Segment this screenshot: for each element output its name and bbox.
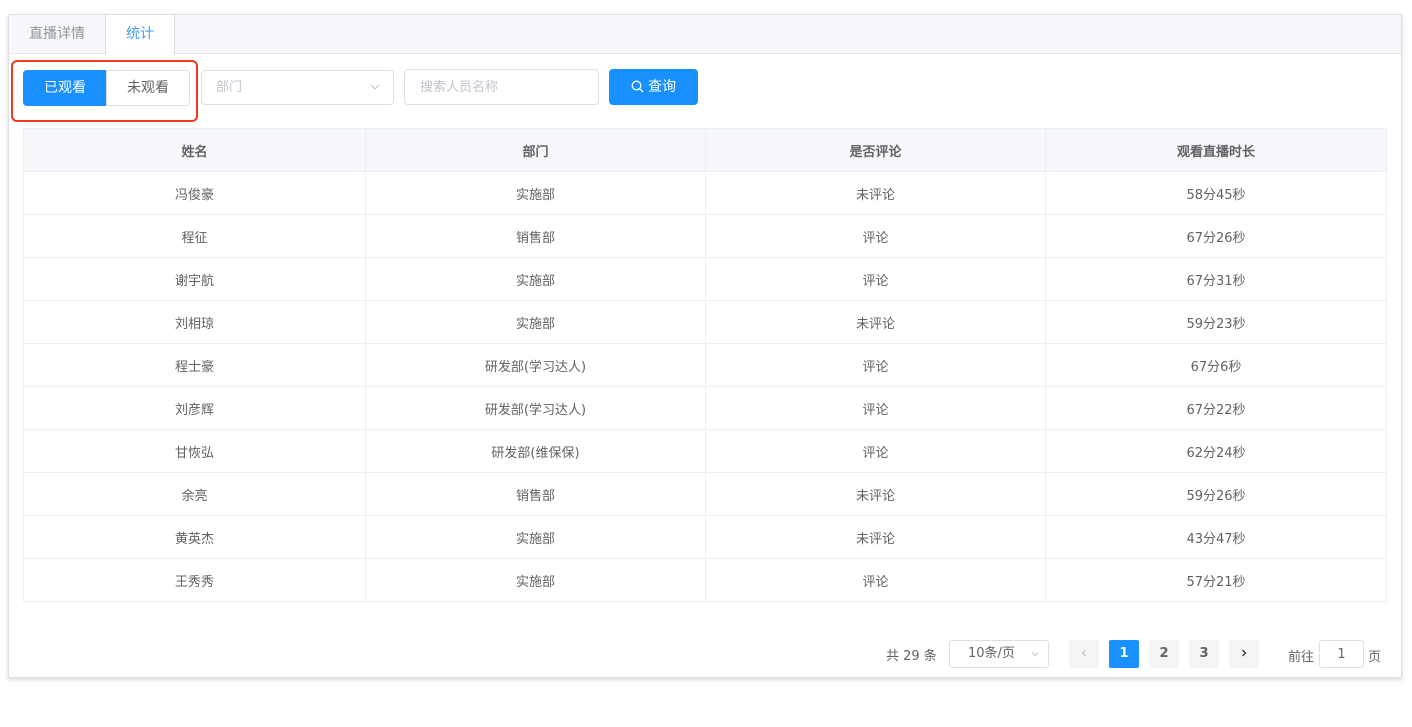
- table-row: 程士豪 研发部(学习达人) 评论 67分6秒: [23, 343, 1387, 387]
- cell-name: 刘相琼: [23, 300, 366, 344]
- cell-duration: 59分23秒: [1045, 300, 1387, 344]
- page-size-value: 10条/页: [968, 646, 1015, 661]
- cell-department: 实施部: [365, 171, 706, 215]
- next-page-button[interactable]: [1229, 640, 1259, 668]
- cell-duration: 67分31秒: [1045, 257, 1387, 301]
- cell-name: 程士豪: [23, 343, 366, 387]
- tab-bar: 直播详情 统计: [9, 15, 1401, 55]
- cell-commented: 评论: [705, 343, 1046, 387]
- department-select[interactable]: 部门: [201, 70, 394, 105]
- search-input[interactable]: [404, 69, 599, 105]
- table-row: 甘恢弘 研发部(维保保) 评论 62分24秒: [23, 429, 1387, 473]
- table-row: 刘相琼 实施部 未评论 59分23秒: [23, 300, 1387, 344]
- cell-commented: 未评论: [705, 472, 1046, 516]
- table-row: 刘彦辉 研发部(学习达人) 评论 67分22秒: [23, 386, 1387, 430]
- cell-name: 程征: [23, 214, 366, 258]
- prev-page-button[interactable]: [1069, 640, 1099, 668]
- chevron-right-icon: [1242, 649, 1247, 657]
- cell-name: 余亮: [23, 472, 366, 516]
- cell-commented: 评论: [705, 429, 1046, 473]
- cell-department: 实施部: [365, 257, 706, 301]
- cell-department: 研发部(维保保): [365, 429, 706, 473]
- page-3-button[interactable]: 3: [1189, 640, 1219, 668]
- watched-toggle-button[interactable]: 已观看: [23, 70, 107, 106]
- cell-name: 甘恢弘: [23, 429, 366, 473]
- page-size-select[interactable]: 10条/页: [949, 640, 1049, 668]
- cell-commented: 评论: [705, 214, 1046, 258]
- column-header-watch-duration[interactable]: 观看直播时长: [1045, 128, 1387, 172]
- table-row: 谢宇航 实施部 评论 67分31秒: [23, 257, 1387, 301]
- search-icon: [631, 80, 644, 93]
- cell-department: 销售部: [365, 472, 706, 516]
- table-row: 余亮 销售部 未评论 59分26秒: [23, 472, 1387, 516]
- column-header-commented[interactable]: 是否评论: [705, 128, 1046, 172]
- query-button-label: 查询: [648, 79, 676, 95]
- cell-duration: 67分26秒: [1045, 214, 1387, 258]
- cell-department: 销售部: [365, 214, 706, 258]
- cell-department: 研发部(学习达人): [365, 343, 706, 387]
- cell-commented: 未评论: [705, 171, 1046, 215]
- cell-duration: 43分47秒: [1045, 515, 1387, 559]
- table-row: 黄英杰 实施部 未评论 43分47秒: [23, 515, 1387, 559]
- cell-commented: 评论: [705, 386, 1046, 430]
- goto-page-input[interactable]: [1319, 640, 1364, 668]
- page-2-button[interactable]: 2: [1149, 640, 1179, 668]
- cell-name: 谢宇航: [23, 257, 366, 301]
- cell-duration: 67分6秒: [1045, 343, 1387, 387]
- page-1-button[interactable]: 1: [1109, 640, 1139, 668]
- cell-name: 王秀秀: [23, 558, 366, 602]
- chevron-down-icon: [1031, 652, 1039, 657]
- table-row: 程征 销售部 评论 67分26秒: [23, 214, 1387, 258]
- cell-duration: 58分45秒: [1045, 171, 1387, 215]
- cell-department: 研发部(学习达人): [365, 386, 706, 430]
- column-header-name[interactable]: 姓名: [23, 128, 366, 172]
- pagination-total: 共 29 条: [886, 649, 937, 664]
- cell-duration: 57分21秒: [1045, 558, 1387, 602]
- chevron-down-icon: [370, 84, 380, 90]
- cell-commented: 评论: [705, 558, 1046, 602]
- tab-live-detail[interactable]: 直播详情: [9, 15, 105, 54]
- unwatched-toggle-button[interactable]: 未观看: [106, 70, 190, 106]
- page-suffix-label: 页: [1368, 650, 1382, 665]
- chevron-left-icon: [1081, 649, 1086, 657]
- table-header-row: 姓名 部门 是否评论 观看直播时长: [23, 128, 1387, 172]
- cell-name: 刘彦辉: [23, 386, 366, 430]
- cell-department: 实施部: [365, 515, 706, 559]
- cell-commented: 评论: [705, 257, 1046, 301]
- cell-duration: 59分26秒: [1045, 472, 1387, 516]
- query-button[interactable]: 查询: [609, 69, 698, 105]
- cell-duration: 67分22秒: [1045, 386, 1387, 430]
- tab-statistics[interactable]: 统计: [105, 15, 175, 55]
- cell-commented: 未评论: [705, 300, 1046, 344]
- cell-name: 冯俊豪: [23, 171, 366, 215]
- viewer-table: 姓名 部门 是否评论 观看直播时长 冯俊豪 实施部 未评论 58分45秒 程征 …: [23, 128, 1387, 602]
- column-header-department[interactable]: 部门: [365, 128, 706, 172]
- cell-department: 实施部: [365, 300, 706, 344]
- goto-label: 前往: [1288, 650, 1315, 665]
- table-row: 王秀秀 实施部 评论 57分21秒: [23, 558, 1387, 602]
- cell-commented: 未评论: [705, 515, 1046, 559]
- cell-duration: 62分24秒: [1045, 429, 1387, 473]
- cell-department: 实施部: [365, 558, 706, 602]
- cell-name: 黄英杰: [23, 515, 366, 559]
- table-row: 冯俊豪 实施部 未评论 58分45秒: [23, 171, 1387, 215]
- department-select-placeholder: 部门: [216, 80, 243, 95]
